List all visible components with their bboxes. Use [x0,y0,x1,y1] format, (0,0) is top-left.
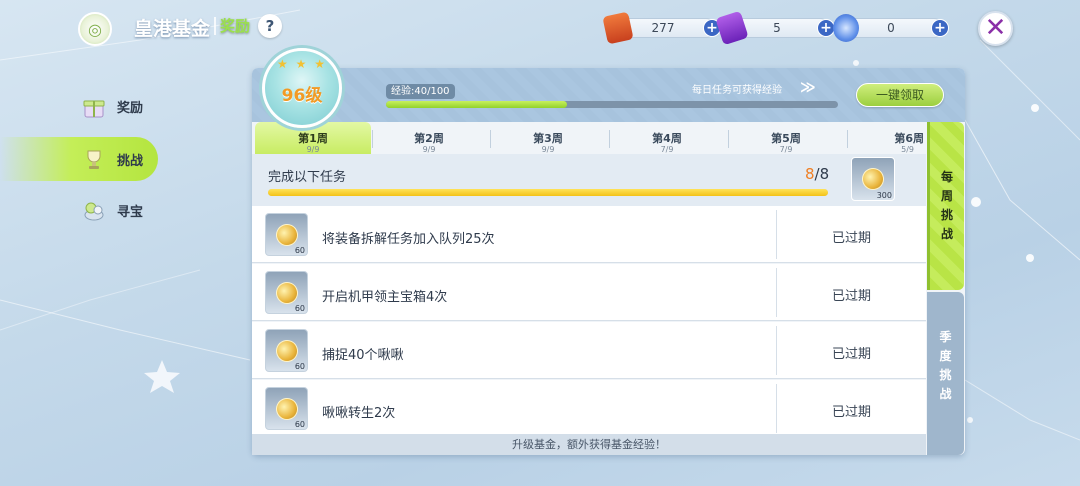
task-row: 60 啾啾转生2次 已过期 [252,380,926,434]
fund-coin-icon [272,336,302,366]
task-status: 已过期 [831,231,871,246]
tab-progress: 7/9 [660,145,674,154]
tab-progress: 7/9 [779,145,793,154]
tab-char: 挑 [940,208,953,222]
resource-ticket-value: 277 [651,21,675,35]
sidebar-item-label: 奖励 [117,101,144,116]
title-divider [214,17,216,35]
fund-coin-icon [272,394,302,424]
week-tabs: 第1周 9/9 第2周 9/9 第3周 9/9 第4周 7/9 第5周 7/9 … [252,122,926,154]
task-reward-amount: 60 [294,362,305,371]
sidebar-item-label: 挑战 [117,154,144,169]
task-status: 已过期 [831,289,871,304]
tab-label: 第5周 [771,132,801,145]
add-crystal-button[interactable]: + [931,19,949,37]
task-list: 60 将装备拆解任务加入队列25次 已过期 60 开启机甲领主宝箱4次 已过期 … [252,206,926,434]
gift-icon [83,100,105,118]
tab-char: 度 [939,349,952,363]
tab-progress: 9/9 [306,145,320,154]
tab-week-6[interactable]: 第6周 5/9 [848,122,928,154]
summary-reward-amount: 300 [876,191,892,200]
tab-progress: 9/9 [541,145,555,154]
fund-coin-icon [858,164,888,194]
experience-label: 经验:40/100 [386,84,455,99]
summary-title: 完成以下任务 [268,170,347,185]
tab-week-4[interactable]: 第4周 7/9 [609,122,725,154]
resource-crystal: 0 + [833,14,949,42]
task-description: 啾啾转生2次 [322,406,396,421]
task-reward[interactable]: 60 [265,387,308,430]
fund-coin-icon [272,220,302,250]
tab-char: 季 [939,330,952,344]
resource-card: 5 + [715,10,835,46]
purple-card-icon [715,10,749,46]
summary-count: 8/8 [805,165,829,183]
ticket-icon [602,11,634,45]
summary-progress-bar [268,189,828,196]
sidebar-item-rewards[interactable]: 奖励 [0,84,158,128]
tab-week-2[interactable]: 第2周 9/9 [371,122,487,154]
double-arrow-icon[interactable]: ≫ [800,78,816,96]
task-reward[interactable]: 60 [265,329,308,372]
task-status: 已过期 [831,405,871,420]
task-row: 60 捕捉40个啾啾 已过期 [252,322,926,379]
level-value: 96级 [281,86,323,106]
tab-label: 第1周 [298,132,328,145]
task-reward[interactable]: 60 [265,213,308,256]
daily-task-note: 每日任务可获得经验 [692,85,782,96]
task-description: 将装备拆解任务加入队列25次 [322,232,495,247]
tab-weekly-challenge[interactable]: 每 周 挑 战 [927,122,964,290]
summary-reward[interactable]: 300 [851,157,895,201]
task-reward-amount: 60 [294,420,305,429]
task-reward-amount: 60 [294,304,305,313]
summary-progress-fill [268,189,828,196]
help-button[interactable]: ? [258,14,282,38]
fund-logo-icon: ◎ [78,12,112,46]
tab-season-challenge[interactable]: 季 度 挑 战 [927,292,964,455]
experience-bar-fill [386,101,567,108]
tab-progress: 5/9 [901,145,914,154]
task-description: 开启机甲领主宝箱4次 [322,290,448,305]
sidebar-item-label: 寻宝 [117,205,144,220]
tab-char: 挑 [939,368,952,382]
tab-progress: 9/9 [422,145,436,154]
task-description: 捕捉40个啾啾 [322,348,404,363]
crystal-icon [833,14,859,42]
tab-label: 第2周 [414,132,444,145]
fund-coin-icon [272,278,302,308]
tab-week-1[interactable]: 第1周 9/9 [255,122,371,154]
task-summary: 完成以下任务 8/8 300 [252,154,926,206]
summary-current: 8 [805,165,815,183]
treasure-icon [84,202,104,221]
sidebar-item-treasure[interactable]: 寻宝 [0,188,158,232]
tab-char: 周 [940,189,953,203]
tab-char: 战 [939,387,952,401]
claim-all-button[interactable]: 一键领取 [856,83,944,107]
sidebar-item-challenge[interactable]: 挑战 [0,137,158,181]
tab-char: 每 [940,170,953,184]
tab-char: 战 [940,227,953,241]
task-reward[interactable]: 60 [265,271,308,314]
level-stars-icon: ★ ★ ★ [277,57,327,71]
close-button[interactable]: ✕ [978,11,1013,46]
task-row: 60 开启机甲领主宝箱4次 已过期 [252,264,926,321]
level-badge: ★ ★ ★ 96级 [262,48,342,128]
task-row: 60 将装备拆解任务加入队列25次 已过期 [252,206,926,263]
tab-label: 第3周 [533,132,563,145]
resource-ticket: 277 + [602,11,721,45]
tab-label: 第6周 [894,132,924,145]
tab-week-3[interactable]: 第3周 9/9 [490,122,606,154]
page-title: 皇港基金 [134,18,211,40]
experience-bar [386,101,838,108]
resource-card-value: 5 [773,21,781,35]
tab-label: 第4周 [652,132,682,145]
task-status: 已过期 [831,347,871,362]
summary-total: /8 [814,165,830,183]
upgrade-fund-note: 升级基金，额外获得基金经验！ [252,434,926,455]
page-subtitle: 奖励 [220,17,251,35]
trophy-icon [87,150,101,169]
resource-crystal-value: 0 [887,21,895,35]
task-reward-amount: 60 [294,246,305,255]
tab-week-5[interactable]: 第5周 7/9 [728,122,844,154]
